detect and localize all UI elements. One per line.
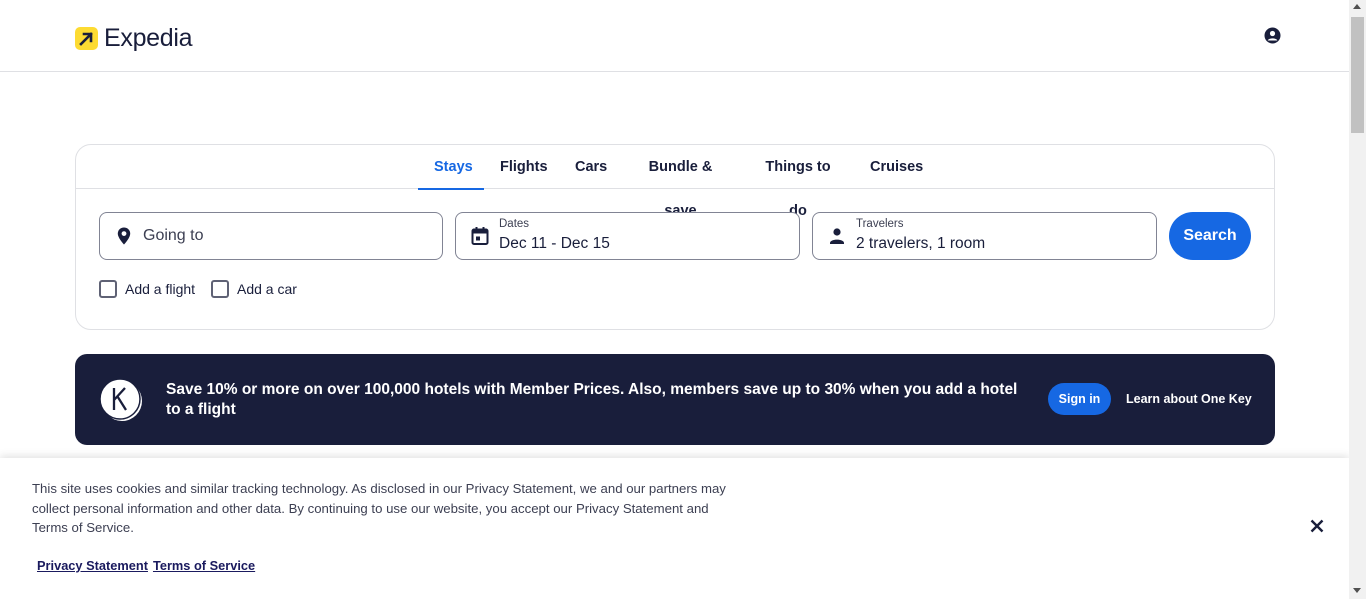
scroll-thumb[interactable]: [1351, 17, 1364, 133]
scroll-down-arrow-icon[interactable]: [1353, 588, 1361, 593]
close-icon[interactable]: [1309, 518, 1325, 534]
travelers-field[interactable]: Travelers 2 travelers, 1 room: [812, 212, 1157, 260]
one-key-banner: Save 10% or more on over 100,000 hotels …: [75, 354, 1275, 445]
dates-label: Dates: [499, 218, 530, 230]
tab-bundle-save[interactable]: Bundle & save: [619, 145, 742, 219]
terms-of-service-link[interactable]: Terms of Service: [153, 558, 255, 573]
logo-text: Expedia: [104, 24, 193, 52]
tab-things-to-do[interactable]: Things to do: [742, 145, 854, 219]
sign-in-button[interactable]: Sign in: [1048, 383, 1111, 415]
privacy-statement-link[interactable]: Privacy Statement: [37, 558, 148, 573]
page-scrollbar[interactable]: [1349, 0, 1366, 599]
banner-message: Save 10% or more on over 100,000 hotels …: [166, 381, 1018, 418]
travelers-value: 2 travelers, 1 room: [856, 235, 986, 252]
tab-flights[interactable]: Flights: [484, 145, 559, 189]
search-card: Stays Flights Cars Bundle & save Things …: [75, 144, 1275, 330]
page: Expedia Stays Flights Cars Bundle & save…: [0, 0, 1349, 599]
cookie-message: This site uses cookies and similar track…: [32, 481, 726, 535]
add-flight-label: Add a flight: [125, 281, 196, 297]
destination-field[interactable]: Going to: [99, 212, 443, 260]
search-button[interactable]: Search: [1169, 212, 1251, 260]
tab-cruises[interactable]: Cruises: [854, 145, 932, 189]
dates-value: Dec 11 - Dec 15: [499, 235, 610, 252]
site-header: Expedia: [0, 0, 1349, 72]
add-car-label: Add a car: [237, 281, 297, 297]
location-pin-icon: [117, 227, 131, 245]
checkbox-box[interactable]: [99, 280, 117, 298]
scroll-up-arrow-icon[interactable]: [1353, 4, 1361, 9]
destination-placeholder: Going to: [143, 227, 204, 244]
account-circle-icon[interactable]: [1264, 27, 1281, 44]
learn-one-key-link[interactable]: Learn about One Key: [1126, 392, 1252, 406]
cookie-links: Privacy Statement Terms of Service: [37, 558, 255, 573]
add-car-checkbox[interactable]: Add a car: [211, 280, 297, 298]
add-flight-checkbox[interactable]: Add a flight: [99, 280, 195, 298]
expedia-logo-mark-icon: [75, 27, 98, 50]
tab-stays[interactable]: Stays: [418, 145, 484, 190]
checkbox-box[interactable]: [211, 280, 229, 298]
travelers-label: Travelers: [856, 218, 904, 230]
person-icon: [830, 228, 844, 244]
calendar-icon: [471, 227, 489, 245]
cookie-banner: This site uses cookies and similar track…: [0, 458, 1349, 599]
expedia-logo[interactable]: Expedia: [75, 24, 193, 53]
dates-field[interactable]: Dates Dec 11 - Dec 15: [455, 212, 800, 260]
tab-cars[interactable]: Cars: [559, 145, 619, 189]
one-key-logo-icon: [99, 378, 142, 421]
lob-tabs: Stays Flights Cars Bundle & save Things …: [76, 145, 1274, 219]
